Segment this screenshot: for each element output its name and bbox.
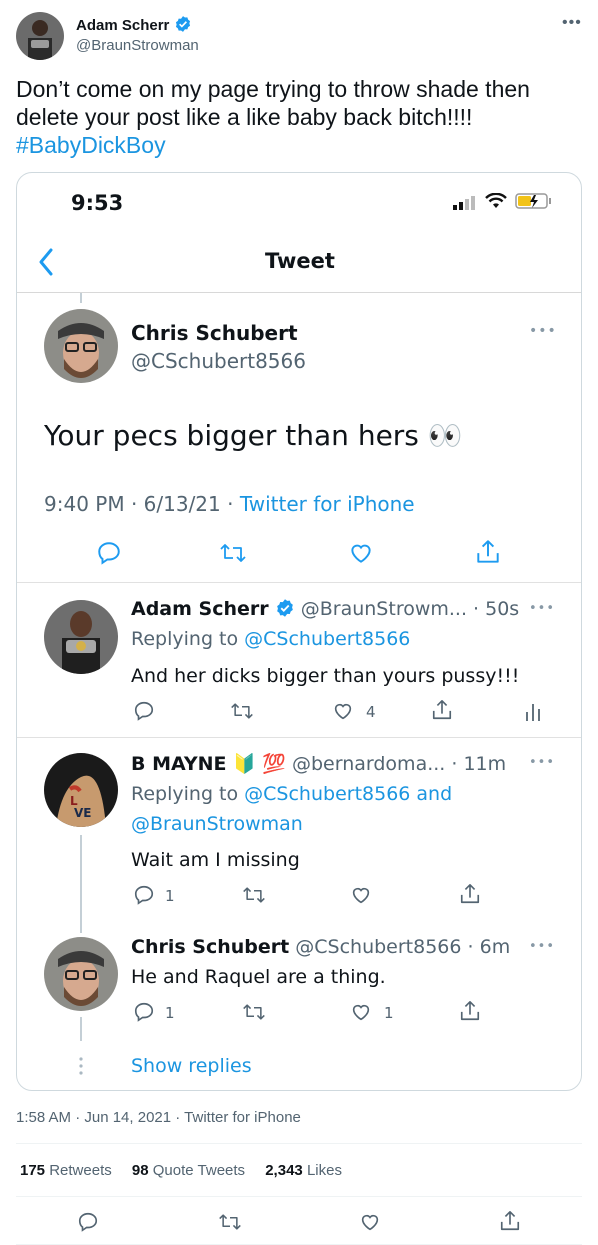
reply-name[interactable]: Chris Schubert (131, 936, 289, 958)
retweets-label: Retweets (49, 1162, 112, 1179)
replying-to: Replying to @CSchubert8566 (131, 628, 410, 650)
author-avatar[interactable] (16, 12, 64, 60)
tweet-timestamp[interactable]: 1:58 AM · Jun 14, 2021 · Twitter for iPh… (16, 1109, 301, 1126)
reply-avatar-chris[interactable] (44, 937, 118, 1011)
divider (16, 1143, 582, 1144)
signal-icon (453, 195, 479, 214)
wifi-icon (485, 192, 507, 213)
main-tweet-meta: 9:40 PM · 6/13/21 · Twitter for iPhone (44, 492, 415, 516)
reply-header[interactable]: Chris Schubert @CSchubert8566 · 6m (131, 936, 510, 958)
main-tweet-time: 9:40 PM · 6/13/21 · (44, 492, 240, 516)
replying-prefix: Replying to (131, 628, 245, 650)
replying-to-link[interactable]: @CSchubert8566 (244, 628, 410, 650)
reply-icon[interactable] (133, 884, 155, 910)
reply-header[interactable]: Adam Scherr @BraunStrowm... · 50s (131, 598, 519, 620)
likes-label: Likes (306, 1162, 342, 1179)
share-icon[interactable] (499, 1209, 521, 1238)
divider (17, 737, 581, 738)
reply-text: And her dicks bigger than yours pussy!!! (131, 665, 520, 687)
divider (16, 1196, 582, 1197)
tweet-body: Don’t come on my page trying to throw sh… (16, 76, 530, 130)
retweets-stat[interactable]: 175 Retweets (20, 1162, 112, 1179)
more-options-icon[interactable]: ••• (562, 14, 582, 32)
main-tweet-handle[interactable]: @CSchubert8566 (131, 349, 306, 373)
hashtag-link[interactable]: #BabyDickBoy (16, 132, 166, 158)
reply-text: Wait am I missing (131, 849, 300, 871)
tweet-text: Don’t come on my page trying to throw sh… (16, 75, 576, 159)
reply-text: He and Raquel are a thing. (131, 966, 386, 988)
like-count: 1 (384, 1004, 394, 1022)
retweet-icon[interactable] (218, 1211, 242, 1238)
retweet-icon[interactable] (242, 1001, 266, 1027)
analytics-icon[interactable] (525, 700, 541, 726)
replying-to: Replying to @CSchubert8566 and (131, 783, 452, 805)
divider (17, 582, 581, 583)
verified-badge-icon (276, 599, 293, 617)
reply-icon[interactable] (96, 540, 122, 570)
like-count: 4 (366, 703, 376, 721)
share-icon[interactable] (459, 999, 481, 1027)
reply-count: 1 (165, 1004, 175, 1022)
retweet-icon[interactable] (219, 540, 247, 570)
reply-icon[interactable] (133, 1001, 155, 1027)
share-icon[interactable] (459, 882, 481, 910)
share-icon[interactable] (475, 538, 501, 570)
reply-name[interactable]: Adam Scherr (131, 598, 269, 620)
reply-name[interactable]: B MAYNE (131, 753, 227, 775)
reply-avatar-adam[interactable] (44, 600, 118, 674)
like-icon[interactable] (349, 884, 373, 910)
quotes-label: Quote Tweets (152, 1162, 246, 1179)
name-emoji: 🔰 💯 (232, 753, 286, 775)
show-replies-link[interactable]: Show replies (131, 1055, 252, 1077)
main-tweet-text: Your pecs bigger than hers 👀 (44, 419, 463, 452)
reply-icon[interactable] (77, 1211, 99, 1238)
reply-more-icon[interactable]: ••• (529, 939, 555, 954)
replying-to-link[interactable]: @CSchubert8566 and (244, 783, 452, 805)
reply-icon[interactable] (133, 700, 155, 726)
replying-to-link-2[interactable]: @BraunStrowman (131, 813, 303, 835)
more-dots-icon (79, 1057, 83, 1079)
like-icon[interactable] (347, 540, 375, 570)
thread-line (80, 1017, 82, 1041)
like-icon[interactable] (331, 700, 355, 726)
main-tweet-name[interactable]: Chris Schubert (131, 321, 298, 345)
nav-title: Tweet (265, 249, 335, 273)
reply-avatar-bmayne[interactable]: L VE (44, 753, 118, 827)
quotes-stat[interactable]: 98 Quote Tweets (132, 1162, 245, 1179)
battery-icon (515, 193, 553, 213)
reply-more-icon[interactable]: ••• (529, 601, 555, 616)
status-bar-time: 9:53 (71, 191, 124, 215)
reply-handle-time: @bernardoma... · 11m (291, 753, 507, 775)
likes-stat[interactable]: 2,343 Likes (265, 1162, 342, 1179)
like-icon[interactable] (358, 1211, 382, 1238)
tweet-stats: 175 Retweets 98 Quote Tweets 2,343 Likes (20, 1162, 358, 1179)
likes-count: 2,343 (265, 1162, 303, 1179)
author-handle[interactable]: @BraunStrowman (76, 37, 199, 54)
reply-header[interactable]: B MAYNE 🔰 💯 @bernardoma... · 11m (131, 752, 506, 775)
reply-count: 1 (165, 887, 175, 905)
share-icon[interactable] (431, 698, 453, 726)
retweets-count: 175 (20, 1162, 46, 1179)
verified-badge-icon (175, 16, 190, 32)
retweet-icon[interactable] (242, 884, 266, 910)
retweet-icon[interactable] (230, 700, 254, 726)
main-tweet-source[interactable]: Twitter for iPhone (240, 492, 415, 516)
nav-divider (17, 292, 581, 293)
like-icon[interactable] (349, 1001, 373, 1027)
author-name-text: Adam Scherr (76, 17, 170, 34)
svg-text:VE: VE (74, 806, 91, 820)
attached-image[interactable]: 9:53 Tweet Chris Schubert @CSchubert8566… (16, 172, 582, 1091)
reply-handle-time: @CSchubert8566 · 6m (295, 936, 511, 958)
author-name[interactable]: Adam Scherr (76, 15, 192, 34)
reply-handle-time: @BraunStrowm... · 50s (300, 598, 520, 620)
main-more-icon[interactable]: ••• (529, 323, 557, 339)
thread-line (80, 835, 82, 933)
reply-more-icon[interactable]: ••• (529, 755, 555, 770)
replying-prefix: Replying to (131, 783, 245, 805)
main-avatar[interactable] (44, 309, 118, 383)
quotes-count: 98 (131, 1162, 149, 1179)
thread-line (80, 293, 82, 303)
